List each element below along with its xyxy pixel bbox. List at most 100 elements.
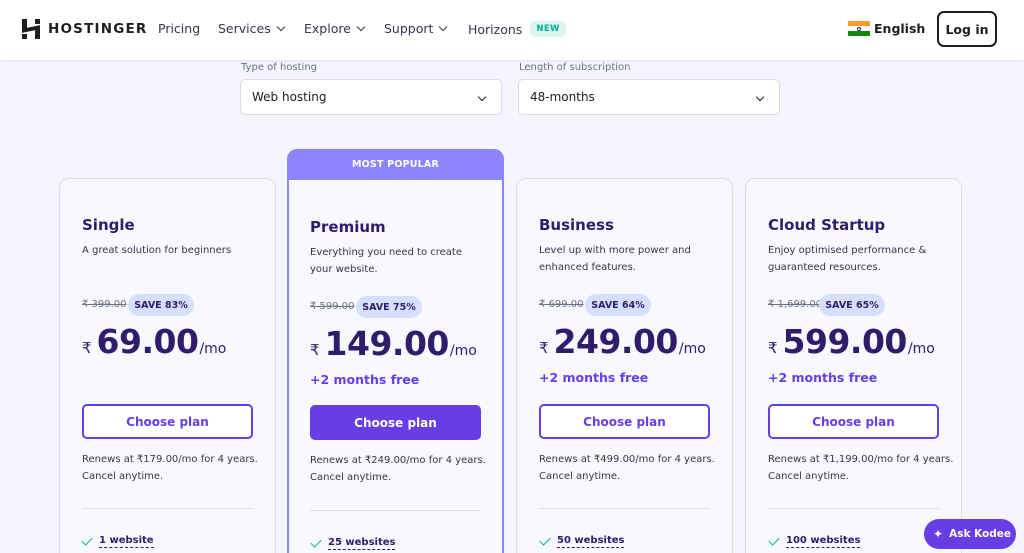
- save-badge: SAVE 64%: [585, 294, 651, 316]
- login-button[interactable]: Log in: [937, 11, 997, 47]
- price-amount: 599.00: [782, 322, 908, 361]
- choose-plan-button-cloud-startup[interactable]: Choose plan: [768, 404, 939, 439]
- nav-horizons-label: Horizons: [468, 21, 523, 37]
- check-icon: [81, 533, 93, 546]
- subscription-length-value: 48-months: [530, 90, 595, 104]
- subscription-length-select[interactable]: 48-months: [518, 79, 780, 115]
- nav-horizons[interactable]: Horizons NEW: [468, 21, 566, 37]
- feature-link[interactable]: 100 websites: [786, 535, 861, 548]
- top-header: HOSTINGER Pricing Services Explore Suppo…: [0, 0, 1024, 60]
- ask-kodee-label: Ask Kodee: [949, 528, 1012, 540]
- ask-kodee-button[interactable]: ✦ Ask Kodee: [924, 519, 1016, 549]
- price: ₹ 599.00 /mo: [768, 322, 935, 361]
- plan-description: Everything you need to create your websi…: [310, 247, 463, 275]
- divider: [539, 508, 710, 509]
- price-period: /mo: [678, 341, 706, 357]
- save-badge: SAVE 65%: [819, 294, 885, 316]
- divider: [82, 508, 253, 509]
- renewal-info: Renews at ₹1,199.00/mo for 4 years. Canc…: [768, 451, 953, 485]
- nav-explore-label: Explore: [304, 21, 351, 36]
- renewal-text: Renews at ₹179.00/mo for 4 years.: [82, 454, 258, 465]
- nav-services-label: Services: [218, 21, 271, 36]
- feature-websites: 50 websites: [539, 533, 625, 548]
- hosting-type-label: Type of hosting: [241, 62, 318, 73]
- nav-pricing-label: Pricing: [158, 21, 201, 36]
- feature-link[interactable]: 25 websites: [328, 537, 396, 550]
- renewal-info: Renews at ₹499.00/mo for 4 years. Cancel…: [539, 451, 715, 485]
- language-label: English: [874, 21, 926, 36]
- india-flag-icon: [848, 21, 870, 36]
- currency-symbol: ₹: [310, 341, 320, 359]
- renewal-info: Renews at ₹249.00/mo for 4 years. Cancel…: [310, 452, 486, 486]
- divider: [310, 510, 481, 511]
- bonus-months: +2 months free: [310, 372, 420, 387]
- plan-description: A great solution for beginners: [82, 245, 232, 256]
- renewal-text: Renews at ₹249.00/mo for 4 years.: [310, 455, 486, 466]
- save-badge: SAVE 75%: [356, 296, 422, 318]
- nav-services[interactable]: Services: [218, 21, 285, 36]
- new-badge: NEW: [530, 21, 566, 37]
- currency-symbol: ₹: [539, 339, 549, 357]
- cancel-text: Cancel anytime.: [310, 472, 392, 483]
- bonus-months: +2 months free: [768, 370, 878, 385]
- old-price: ₹ 1,699.00: [768, 299, 823, 310]
- cancel-text: Cancel anytime.: [768, 471, 850, 482]
- chevron-down-icon: [276, 22, 285, 31]
- plan-name: Cloud Startup: [768, 216, 886, 234]
- chevron-down-icon: [439, 22, 448, 31]
- price-period: /mo: [907, 341, 935, 357]
- hostinger-logo-icon: [22, 19, 40, 39]
- choose-plan-button-business[interactable]: Choose plan: [539, 404, 710, 439]
- old-price: ₹ 399.00: [82, 299, 127, 310]
- plan-name: Premium: [310, 218, 386, 236]
- bonus-months: +2 months free: [539, 370, 649, 385]
- save-badge: SAVE 83%: [128, 294, 194, 316]
- divider: [768, 508, 939, 509]
- cancel-text: Cancel anytime.: [82, 471, 164, 482]
- plan-name: Single: [82, 216, 135, 234]
- plan-description: Enjoy optimised performance & guaranteed…: [768, 245, 927, 273]
- hosting-type-value: Web hosting: [252, 90, 327, 104]
- nav-support-label: Support: [384, 21, 434, 36]
- old-price: ₹ 599.00: [310, 301, 355, 312]
- chevron-down-icon: [755, 92, 765, 102]
- currency-symbol: ₹: [768, 339, 778, 357]
- plan-name: Business: [539, 216, 614, 234]
- subscription-length-label: Length of subscription: [519, 62, 631, 73]
- feature-websites: 25 websites: [310, 535, 396, 550]
- plan-card-cloud-startup: [745, 178, 962, 553]
- language-selector[interactable]: English: [848, 21, 925, 36]
- price-amount: 149.00: [324, 324, 450, 363]
- chevron-down-icon: [356, 22, 366, 31]
- feature-link[interactable]: 1 website: [99, 535, 154, 548]
- feature-websites: 1 website: [81, 533, 154, 548]
- plan-description: Level up with more power and enhanced fe…: [539, 245, 691, 273]
- hostinger-logo[interactable]: HOSTINGER: [22, 19, 148, 39]
- price-amount: 69.00: [96, 322, 199, 361]
- currency-symbol: ₹: [82, 339, 92, 357]
- renewal-text: Renews at ₹1,199.00/mo for 4 years.: [768, 454, 954, 465]
- most-popular-banner: MOST POPULAR: [287, 149, 504, 179]
- nav-support[interactable]: Support: [384, 21, 448, 36]
- price-amount: 249.00: [553, 322, 679, 361]
- choose-plan-button-premium[interactable]: Choose plan: [310, 405, 481, 440]
- price: ₹ 69.00 /mo: [82, 322, 226, 361]
- price-period: /mo: [199, 341, 227, 357]
- renewal-text: Renews at ₹499.00/mo for 4 years.: [539, 454, 715, 465]
- brand-name: HOSTINGER: [48, 21, 148, 37]
- hosting-type-select[interactable]: Web hosting: [240, 79, 502, 115]
- plan-card-business: [516, 178, 733, 553]
- price-period: /mo: [449, 343, 477, 359]
- choose-plan-button-single[interactable]: Choose plan: [82, 404, 253, 439]
- feature-link[interactable]: 50 websites: [557, 535, 625, 548]
- price: ₹ 249.00 /mo: [539, 322, 706, 361]
- cancel-text: Cancel anytime.: [539, 471, 621, 482]
- sparkle-icon: ✦: [933, 527, 944, 541]
- old-price: ₹ 699.00: [539, 299, 584, 310]
- nav-pricing[interactable]: Pricing: [158, 21, 200, 36]
- price: ₹ 149.00 /mo: [310, 324, 477, 363]
- check-icon: [768, 533, 780, 546]
- renewal-info: Renews at ₹179.00/mo for 4 years. Cancel…: [82, 451, 258, 485]
- check-icon: [539, 533, 551, 546]
- nav-explore[interactable]: Explore: [304, 21, 366, 36]
